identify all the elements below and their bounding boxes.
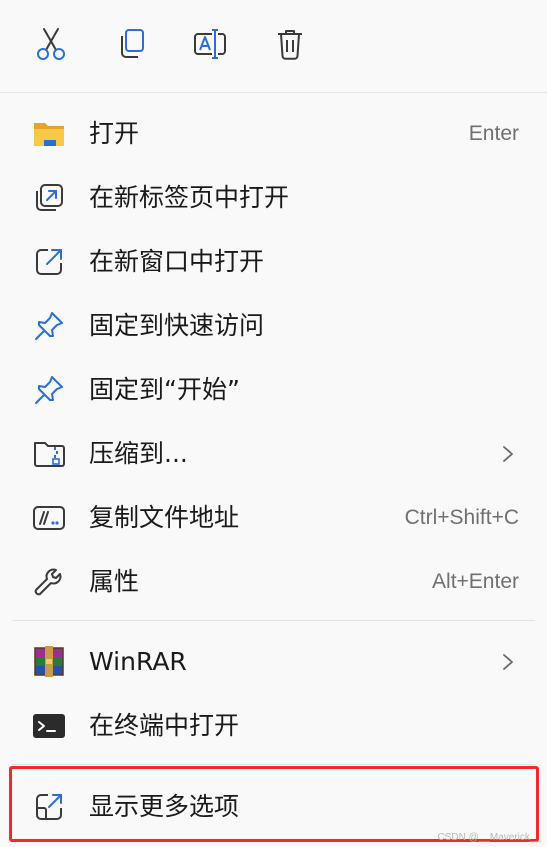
menu-separator — [12, 620, 535, 621]
cut-icon — [37, 28, 65, 60]
winrar-icon — [31, 644, 67, 680]
menu-separator — [12, 764, 535, 765]
menu-item-open-new-tab[interactable]: 在新标签页中打开 — [0, 166, 547, 230]
menu-item-winrar[interactable]: WinRAR — [0, 630, 547, 694]
menu-item-properties[interactable]: 属性 Alt+Enter — [0, 550, 547, 614]
delete-icon — [278, 30, 302, 60]
new-window-icon — [31, 244, 67, 280]
menu-item-label: 在新窗口中打开 — [89, 247, 265, 276]
shortcut-text: Alt+Enter — [432, 570, 519, 593]
menu-item-label: 在终端中打开 — [89, 711, 240, 740]
copy-button[interactable] — [109, 22, 153, 66]
wrench-icon — [31, 564, 67, 600]
copy-path-icon — [31, 500, 67, 536]
copy-icon — [121, 29, 144, 58]
menu-item-open[interactable]: 打开 Enter — [0, 102, 547, 166]
pin-icon — [31, 372, 67, 408]
pin-icon — [31, 308, 67, 344]
delete-button[interactable] — [268, 22, 312, 66]
menu-item-label: WinRAR — [89, 647, 187, 676]
menu-item-label: 复制文件地址 — [89, 503, 240, 532]
menu-item-label: 固定到“开始” — [89, 375, 240, 404]
menu-item-copy-path[interactable]: 复制文件地址 Ctrl+Shift+C — [0, 486, 547, 550]
menu-item-label: 属性 — [89, 567, 140, 596]
menu-item-open-terminal[interactable]: 在终端中打开 — [0, 694, 547, 758]
menu-item-compress[interactable]: 压缩到... — [0, 422, 547, 486]
menu-item-open-new-window[interactable]: 在新窗口中打开 — [0, 230, 547, 294]
zip-folder-icon — [31, 436, 67, 472]
terminal-icon — [31, 708, 67, 744]
menu-item-label: 固定到快速访问 — [89, 311, 265, 340]
new-tab-icon — [31, 180, 67, 216]
cut-button[interactable] — [29, 22, 73, 66]
shortcut-text: Ctrl+Shift+C — [404, 506, 519, 529]
menu-item-label: 打开 — [89, 119, 140, 148]
menu-item-label: 在新标签页中打开 — [89, 183, 290, 212]
watermark-text: CSDN @__Maverick__ — [437, 832, 541, 843]
menu-item-pin-quick-access[interactable]: 固定到快速访问 — [0, 294, 547, 358]
folder-icon — [31, 116, 67, 152]
context-toolbar — [0, 0, 547, 93]
rename-icon — [194, 29, 226, 59]
context-menu: 打开 Enter 在新标签页中打开 在新窗口中打开 固定到快速访问 固定到“开始… — [0, 0, 547, 847]
chevron-right-icon — [503, 654, 513, 670]
menu-item-label: 压缩到... — [89, 439, 188, 468]
menu-item-pin-start[interactable]: 固定到“开始” — [0, 358, 547, 422]
chevron-right-icon — [503, 446, 513, 462]
rename-button[interactable] — [188, 22, 232, 66]
shortcut-text: Enter — [468, 122, 519, 145]
highlight-box — [9, 766, 539, 842]
